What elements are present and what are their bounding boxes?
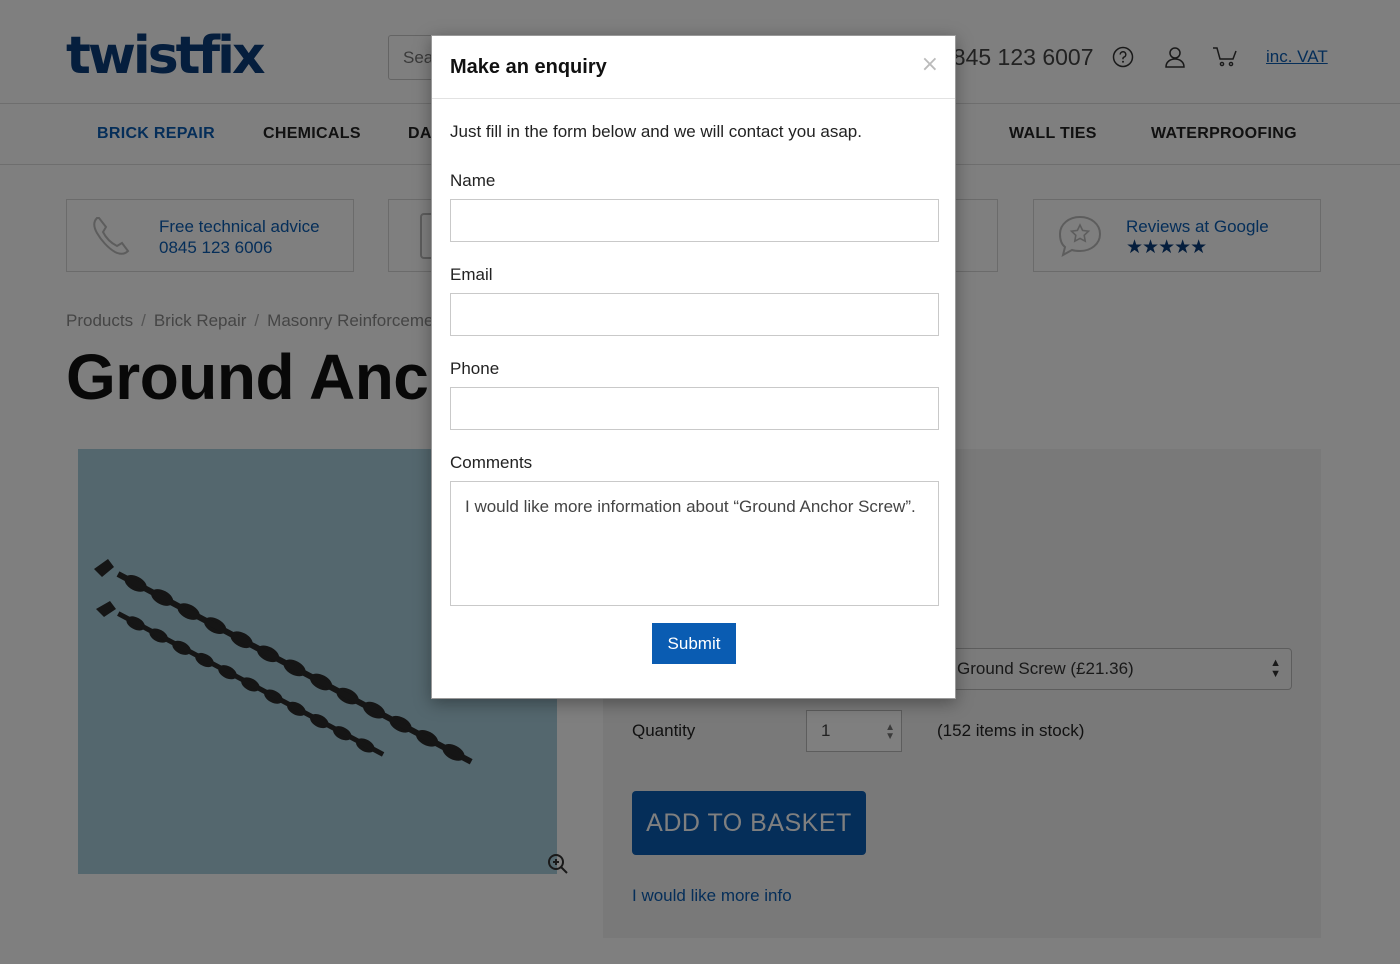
comments-textarea[interactable]: I would like more information about “Gro… (450, 481, 939, 606)
name-label: Name (450, 171, 496, 190)
submit-button[interactable]: Submit (652, 623, 736, 664)
email-label: Email (450, 265, 493, 284)
modal-intro: Just fill in the form below and we will … (450, 122, 862, 141)
modal-title: Make an enquiry (450, 56, 607, 78)
modal-header: Make an enquiry × (432, 36, 955, 99)
phone-label: Phone (450, 359, 500, 378)
phone-field[interactable] (450, 387, 939, 430)
email-field[interactable] (450, 293, 939, 336)
comments-label: Comments (450, 453, 533, 472)
enquiry-modal: Make an enquiry × Just fill in the form … (431, 35, 956, 699)
close-icon[interactable]: × (921, 52, 939, 77)
name-field[interactable] (450, 199, 939, 242)
